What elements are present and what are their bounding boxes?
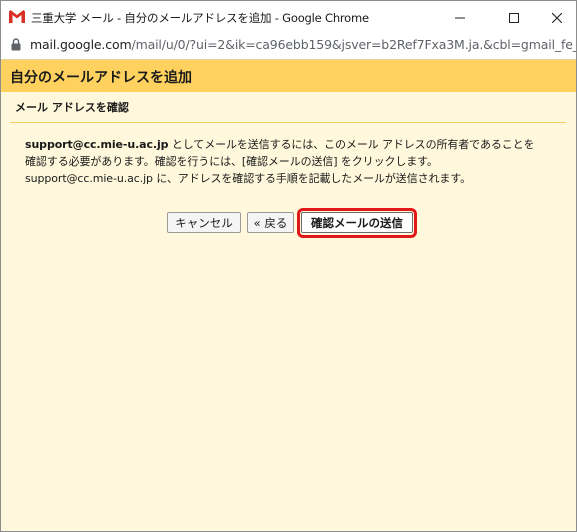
dialog-page: 自分のメールアドレスを追加 メール アドレスを確認 support@cc.mie… <box>1 59 576 531</box>
dialog-actions: キャンセル « 戻る 確認メールの送信 <box>1 208 576 238</box>
body-line-1: support@cc.mie-u.ac.jp としてメールを送信するには、このメ… <box>25 136 535 152</box>
body-line-1-rest: としてメールを送信するには、このメール アドレスの所有者であることを <box>168 138 535 151</box>
url-host: mail.google.com <box>30 37 132 52</box>
close-button[interactable] <box>534 1 576 34</box>
minimize-icon <box>455 17 465 18</box>
cancel-button[interactable]: キャンセル <box>167 212 241 233</box>
dialog-header: 自分のメールアドレスを追加 <box>1 60 576 92</box>
address-bar[interactable]: mail.google.com/mail/u/0/?ui=2&ik=ca96eb… <box>1 34 576 58</box>
url-path: /mail/u/0/?ui=2&ik=ca96ebb159&jsver=b2Re… <box>131 37 577 52</box>
window-title: 三重大学 メール - 自分のメールアドレスを追加 - Google Chrome <box>31 11 369 25</box>
url-text[interactable]: mail.google.com/mail/u/0/?ui=2&ik=ca96eb… <box>30 37 577 52</box>
gmail-icon <box>9 10 25 23</box>
section-title: メール アドレスを確認 <box>15 101 129 114</box>
body-line-3: support@cc.mie-u.ac.jp に、アドレスを確認する手順を記載し… <box>25 172 471 185</box>
body-line-2: 確認する必要があります。確認を行うには、[確認メールの送信] をクリックします。 <box>25 155 438 168</box>
back-button[interactable]: « 戻る <box>247 212 294 233</box>
browser-window: 三重大学 メール - 自分のメールアドレスを追加 - Google Chrome… <box>0 0 577 532</box>
send-verification-button[interactable]: 確認メールの送信 <box>301 212 413 233</box>
lock-icon <box>11 38 21 51</box>
maximize-icon <box>509 12 519 23</box>
email-address: support@cc.mie-u.ac.jp <box>25 138 169 151</box>
dialog-title: 自分のメールアドレスを追加 <box>10 70 192 86</box>
minimize-button[interactable] <box>437 1 483 34</box>
maximize-button[interactable] <box>491 1 537 34</box>
close-icon <box>552 12 562 23</box>
title-bar: 三重大学 メール - 自分のメールアドレスを追加 - Google Chrome <box>1 1 576 34</box>
